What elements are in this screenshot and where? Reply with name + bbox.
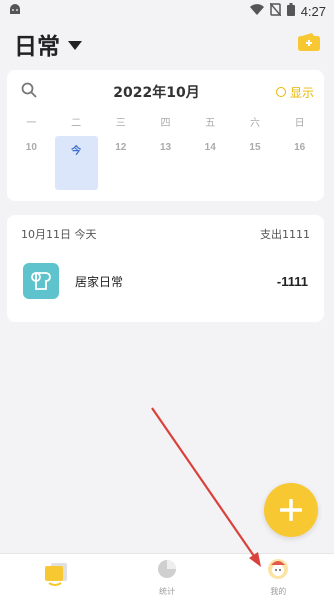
day-number: 10 — [25, 142, 37, 153]
calendar-day[interactable]: 16 — [277, 136, 322, 190]
tab-label: 统计 — [158, 586, 175, 596]
tab-statistics[interactable]: 统计 — [111, 554, 222, 600]
calendar-day-today[interactable]: 今 — [54, 136, 99, 190]
dropdown-arrow-icon — [68, 35, 82, 54]
day-row: 10 今 12 13 14 15 16 — [7, 136, 324, 190]
tab-bar: 统计 我的 — [0, 553, 334, 600]
weekday-row: 一 二 三 四 五 六 日 — [7, 114, 324, 136]
search-icon — [21, 82, 37, 98]
weekday-label: 日 — [294, 118, 305, 129]
plus-icon — [280, 499, 302, 521]
record-item[interactable]: 居家日常 -1111 — [7, 261, 324, 301]
records-header: 10月11日 今天 支出1111 — [7, 215, 324, 253]
records-summary: 支出1111 — [260, 228, 310, 241]
show-toggle[interactable]: 显示 — [275, 84, 314, 101]
toilet-paper-icon — [23, 263, 59, 299]
day-number: 14 — [204, 142, 216, 153]
day-number: 12 — [115, 142, 127, 153]
calendar-day[interactable]: 12 — [98, 136, 143, 190]
status-bar: 4:27 — [0, 0, 334, 22]
ledger-title: 日常 — [14, 34, 60, 60]
calendar-day[interactable]: 14 — [188, 136, 233, 190]
tab-mine[interactable]: 我的 — [223, 554, 334, 600]
records-card: 10月11日 今天 支出1111 居家日常 -1111 — [7, 215, 324, 322]
day-number: 今 — [71, 146, 82, 157]
ledger-icon — [43, 561, 69, 591]
record-amount: -1111 — [276, 273, 308, 289]
ledger-switcher[interactable]: 日常 — [14, 27, 82, 61]
avatar-icon — [267, 558, 289, 584]
wallet-button[interactable] — [296, 33, 322, 55]
weekday-label: 五 — [205, 118, 216, 129]
show-toggle-label: 显示 — [289, 85, 314, 100]
no-sim-icon — [269, 2, 282, 20]
calendar-header: 2022年10月 显示 — [7, 70, 324, 114]
toggle-ring-icon — [275, 87, 286, 97]
calendar-day[interactable]: 13 — [143, 136, 188, 190]
calendar-card: 2022年10月 显示 一 二 三 四 五 六 日 10 今 12 13 14 … — [7, 70, 324, 201]
weekday-label: 三 — [115, 118, 126, 129]
search-button[interactable] — [21, 82, 37, 102]
weekday-label: 二 — [71, 118, 82, 129]
status-time: 4:27 — [300, 3, 326, 19]
calendar-month-title[interactable]: 2022年10月 — [113, 82, 199, 102]
wallet-icon — [297, 32, 321, 56]
calendar-day[interactable]: 15 — [233, 136, 278, 190]
record-category: 居家日常 — [75, 274, 124, 289]
weekday-label: 一 — [26, 118, 37, 129]
day-number: 15 — [249, 142, 261, 153]
android-icon — [8, 3, 22, 19]
battery-icon — [286, 2, 295, 20]
weekday-label: 四 — [160, 118, 171, 129]
day-number: 13 — [159, 142, 172, 153]
app-header: 日常 — [0, 26, 334, 62]
day-number: 16 — [294, 142, 306, 153]
add-record-button[interactable] — [264, 483, 318, 537]
calendar-day[interactable]: 10 — [9, 136, 54, 190]
records-date: 10月11日 今天 — [21, 228, 97, 241]
tab-label: 我的 — [270, 586, 287, 596]
tab-ledger[interactable] — [0, 554, 111, 600]
wifi-icon — [249, 3, 264, 19]
pie-chart-icon — [156, 558, 178, 584]
weekday-label: 六 — [249, 118, 260, 129]
